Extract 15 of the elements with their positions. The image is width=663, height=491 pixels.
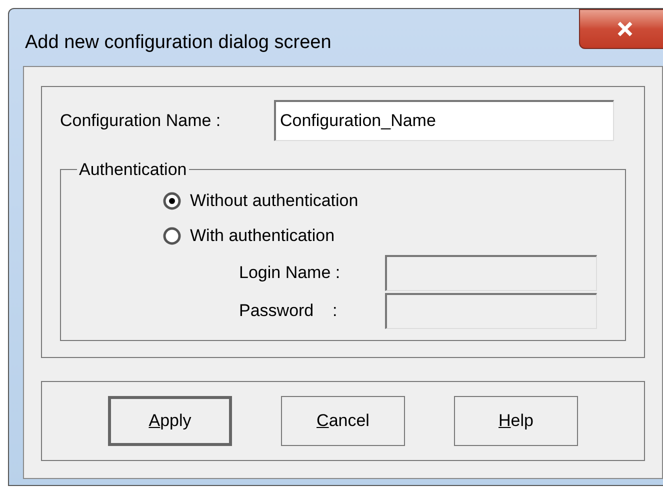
close-icon xyxy=(616,21,634,37)
close-button[interactable] xyxy=(579,9,663,49)
field-label: Password : xyxy=(239,300,338,322)
authentication-legend: Authentication xyxy=(77,157,189,182)
configuration-name-field[interactable]: Configuration_Name xyxy=(274,100,614,141)
radio-button[interactable] xyxy=(163,192,181,210)
radio-button[interactable] xyxy=(163,227,181,245)
radio-label[interactable]: Without authentication xyxy=(190,188,358,214)
dialog-button[interactable]: Help xyxy=(454,396,578,446)
dialog-button[interactable]: Cancel xyxy=(281,396,405,446)
window-title: Add new configuration dialog screen xyxy=(25,31,332,55)
radio-label[interactable]: With authentication xyxy=(190,223,335,249)
dialog-button[interactable]: Apply xyxy=(108,396,232,446)
configuration-name-label: Configuration Name : xyxy=(60,110,222,132)
field-label: Login Name : xyxy=(239,262,342,284)
